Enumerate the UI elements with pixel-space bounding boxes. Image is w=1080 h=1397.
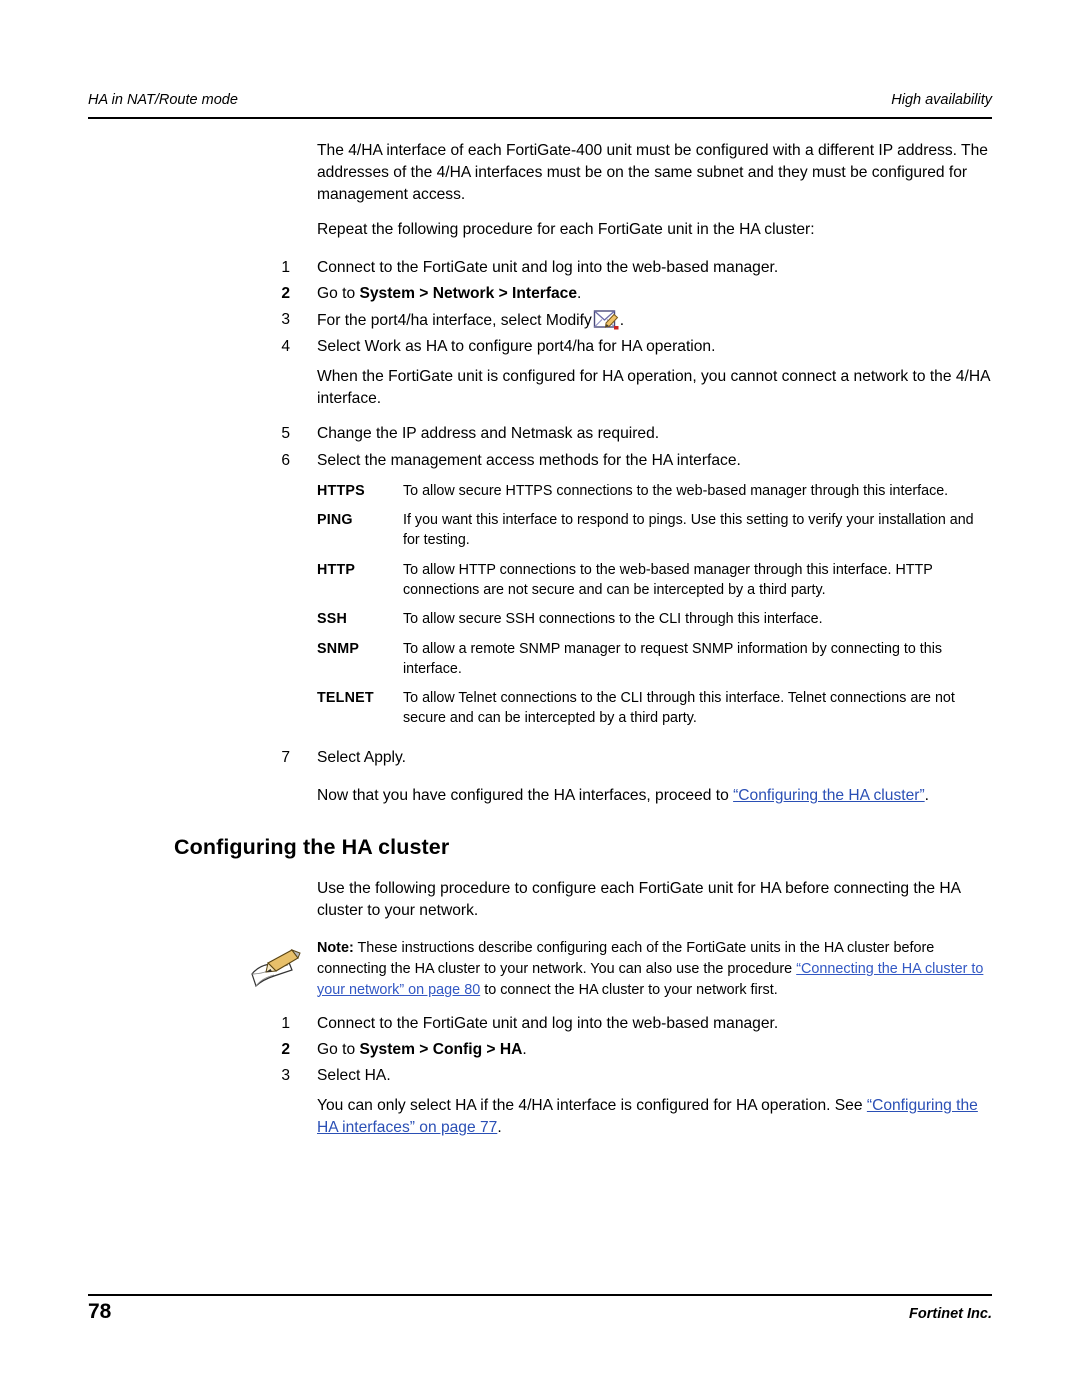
table-row: HTTP To allow HTTP connections to the we… [317, 561, 992, 600]
method-term: HTTP [317, 561, 356, 578]
configuring-ha-cluster-link[interactable]: “Configuring the HA cluster” [733, 787, 925, 804]
ha-note-paragraph: When the FortiGate unit is configured fo… [317, 368, 990, 408]
step-5: 5 Change the IP address and Netmask as r… [88, 423, 992, 445]
note-pencil-icon [248, 944, 302, 990]
cluster-closing-text: You can only select HA if the 4/HA inter… [317, 1097, 867, 1115]
cluster-step-1: 1 Connect to the FortiGate unit and log … [88, 1013, 992, 1035]
cluster-intro-paragraph: Use the following procedure to configure… [317, 880, 961, 920]
proceed-suffix: . [924, 787, 929, 805]
step-7-number: 7 [281, 748, 290, 766]
cluster-step-1-number: 1 [281, 1014, 290, 1032]
cluster-step-3-text: Select HA. [317, 1066, 391, 1084]
method-description: If you want this interface to respond to… [403, 512, 974, 549]
proceed-text: Now that you have configured the HA inte… [317, 787, 734, 805]
method-description: To allow HTTP connections to the web-bas… [403, 561, 933, 598]
step-2-suffix: . [577, 284, 582, 302]
step-5-text: Change the IP address and Netmask as req… [317, 425, 660, 443]
step-3-period: . [619, 311, 625, 329]
step-3-text: For the port4/ha interface, select Modif… [317, 311, 592, 329]
cluster-step-2-number: 2 [281, 1040, 290, 1058]
repeat-paragraph: Repeat the following procedure for each … [317, 221, 815, 239]
cluster-closing-paragraph: You can only select HA if the 4/HA inter… [88, 1095, 992, 1139]
note-text: Note: These instructions describe config… [317, 938, 992, 1000]
footer-company: Fortinet Inc. [909, 1306, 992, 1322]
intro-paragraph: The 4/HA interface of each FortiGate-400… [317, 142, 988, 204]
method-description: To allow a remote SNMP manager to reques… [403, 641, 943, 677]
step-2-menu-path: System > Network > Interface [359, 284, 578, 302]
step-1-text: Connect to the FortiGate unit and log in… [317, 258, 779, 276]
header-right-text: High availability [891, 92, 992, 108]
method-description: To allow Telnet connections to the CLI t… [403, 690, 955, 727]
step-1-number: 1 [281, 258, 290, 276]
page-number: 78 [88, 1300, 112, 1323]
step-2: 2 Go to System > Network > Interface. [88, 283, 992, 305]
header-left-text: HA in NAT/Route mode [88, 92, 238, 108]
page-header: HA in NAT/Route mode High availability [88, 92, 992, 108]
section-heading: Configuring the HA cluster [174, 835, 450, 860]
method-term: PING [317, 512, 353, 529]
table-row: PING If you want this interface to respo… [317, 511, 992, 550]
proceed-paragraph: Now that you have configured the HA inte… [88, 785, 992, 807]
step-2-prefix: Go to [317, 284, 360, 302]
cluster-step-2: 2 Go to System > Config > HA. [88, 1039, 992, 1061]
header-divider [88, 117, 992, 119]
note-text-part2: to connect the HA cluster to your networ… [480, 981, 778, 998]
step-7-text: Select Apply. [317, 748, 406, 766]
cluster-step-2-suffix: . [522, 1040, 527, 1058]
document-page: HA in NAT/Route mode High availability T… [0, 0, 1080, 1397]
cluster-step-1-text: Connect to the FortiGate unit and log in… [317, 1014, 779, 1032]
note-label: Note: [317, 940, 354, 957]
step-4-text: Select Work as HA to configure port4/ha … [317, 337, 716, 355]
method-description: To allow secure SSH connections to the C… [403, 611, 823, 628]
note-block: Note: These instructions describe config… [88, 938, 992, 1000]
step-6-number: 6 [281, 451, 290, 469]
step-1: 1 Connect to the FortiGate unit and log … [88, 257, 992, 279]
method-term: HTTPS [317, 482, 365, 499]
page-footer: 78 Fortinet Inc. [88, 1300, 992, 1324]
cluster-step-3-number: 3 [281, 1066, 290, 1084]
cluster-step-2-prefix: Go to [317, 1040, 360, 1058]
step-2-number: 2 [281, 284, 290, 302]
method-description: To allow secure HTTPS connections to the… [403, 482, 949, 499]
method-term: SSH [317, 611, 347, 628]
table-row: HTTPS To allow secure HTTPS connections … [317, 482, 992, 502]
page-content: The 4/HA interface of each FortiGate-400… [88, 140, 992, 1152]
table-row: SSH To allow secure SSH connections to t… [317, 610, 992, 630]
step-4-number: 4 [281, 337, 290, 355]
method-term: SNMP [317, 641, 360, 657]
cluster-closing-suffix: . [497, 1119, 502, 1137]
step-4: 4 Select Work as HA to configure port4/h… [88, 336, 992, 358]
step-3: 3 For the port4/ha interface, select Mod… [88, 309, 992, 332]
step-5-number: 5 [281, 425, 290, 443]
table-row: SNMP To allow a remote SNMP manager to r… [317, 640, 992, 679]
step-6-text: Select the management access methods for… [317, 451, 741, 469]
modify-pencil-icon [593, 309, 619, 330]
step-3-number: 3 [281, 310, 290, 328]
footer-divider [88, 1294, 992, 1296]
cluster-step-3: 3 Select HA. [88, 1065, 992, 1087]
step-7: 7 Select Apply. [88, 747, 992, 769]
step-6: 6 Select the management access methods f… [88, 450, 992, 472]
cluster-step-2-menu-path: System > Config > HA [359, 1040, 523, 1058]
table-row: TELNET To allow Telnet connections to th… [317, 689, 992, 728]
method-term: TELNET [317, 690, 374, 707]
access-methods-table: HTTPS To allow secure HTTPS connections … [88, 482, 992, 729]
